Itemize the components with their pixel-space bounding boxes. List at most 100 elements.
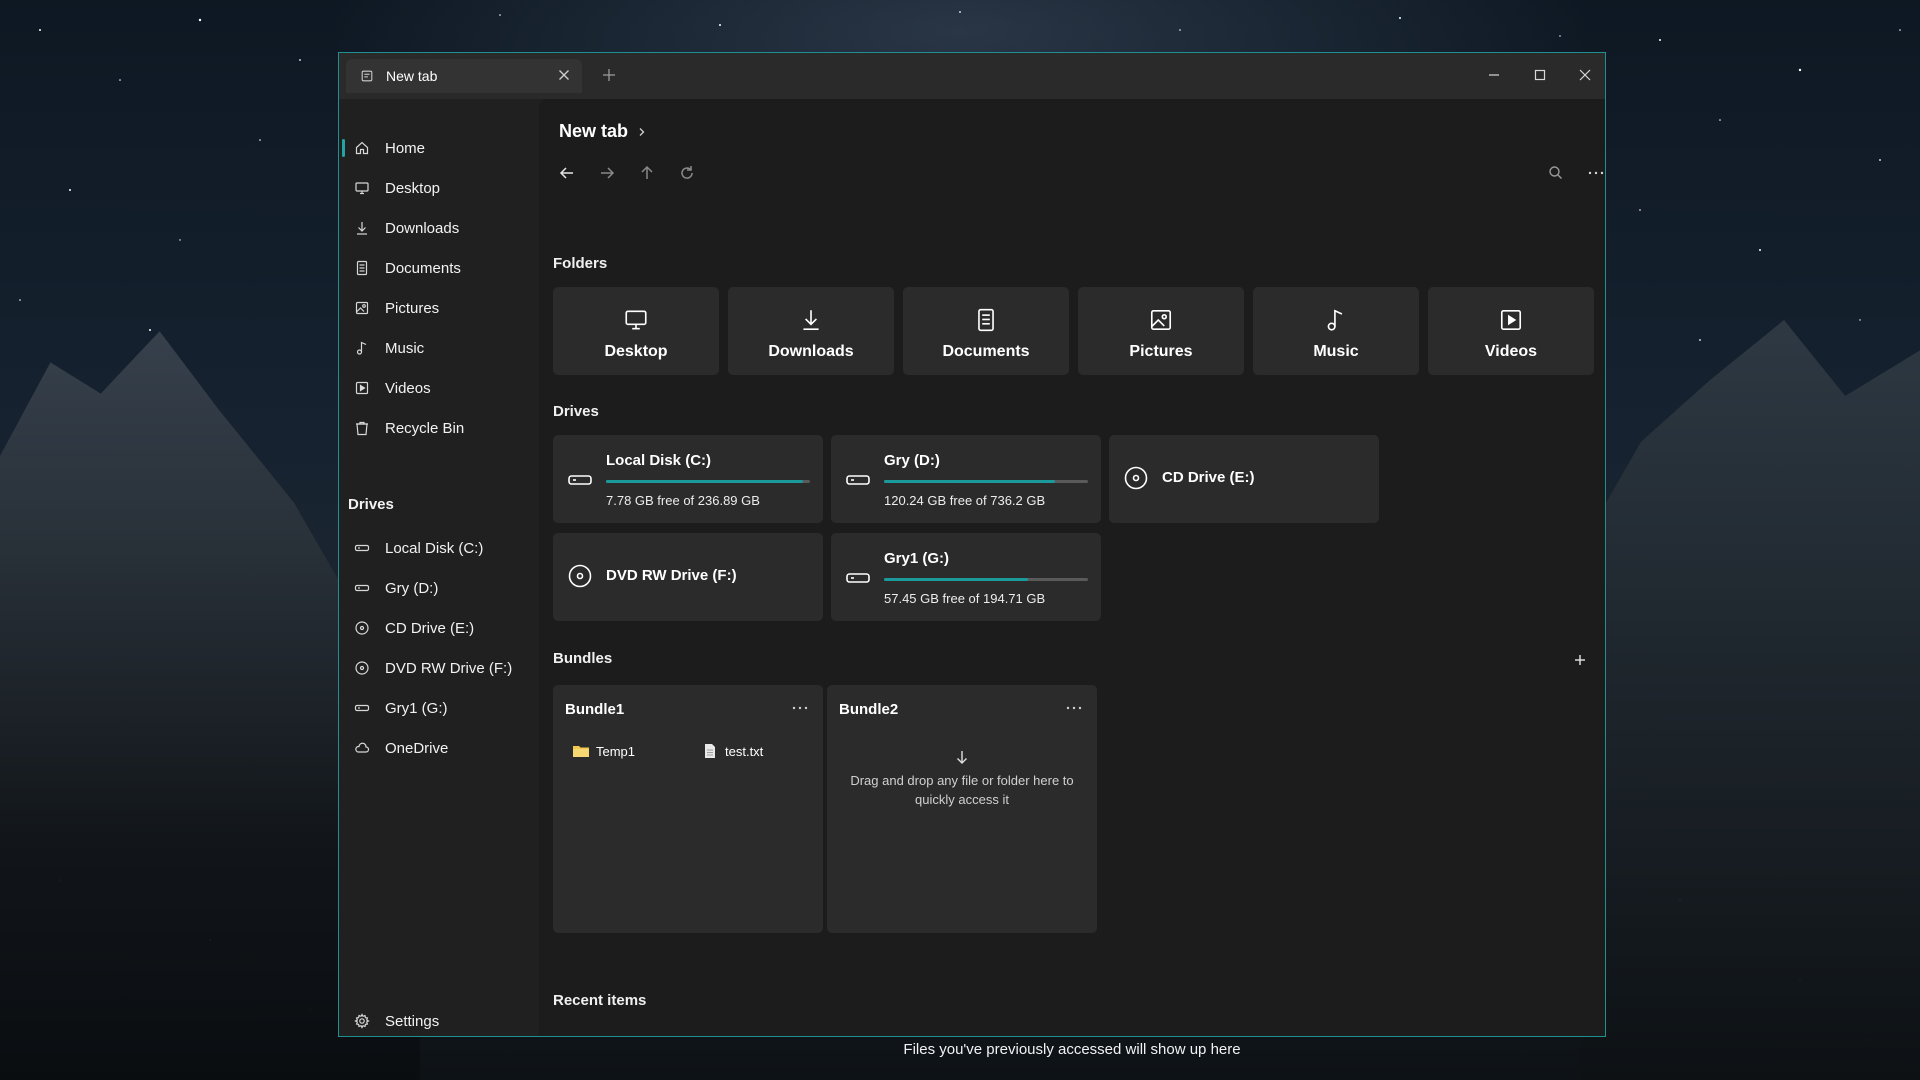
music-icon [356, 341, 367, 355]
drives-section-title: Drives [553, 403, 599, 420]
folder-card-label: Downloads [768, 343, 854, 360]
folder-card-videos[interactable]: Videos [1428, 287, 1594, 375]
folder-card-downloads[interactable]: Downloads [728, 287, 894, 375]
drive-usage-bar [884, 480, 1088, 483]
close-tab-icon[interactable] [556, 67, 572, 83]
sidebar-item-label: Recycle Bin [385, 419, 465, 437]
bundle-item-temp1[interactable]: Temp1 [572, 743, 635, 759]
folder-card-pictures[interactable]: Pictures [1078, 287, 1244, 375]
picture-icon [1150, 309, 1172, 331]
folder-card-label: Documents [942, 343, 1030, 360]
sidebar-item-downloads[interactable]: Downloads [346, 210, 536, 246]
add-bundle-icon[interactable] [1572, 652, 1588, 668]
bundle-item-test-txt[interactable]: test.txt [701, 743, 763, 759]
close-window-icon[interactable] [1575, 65, 1595, 85]
bundle-more-icon[interactable] [791, 703, 809, 713]
sidebar-item-label: Videos [385, 379, 431, 397]
back-arrow-icon[interactable] [557, 163, 577, 183]
sidebar-item-desktop[interactable]: Desktop [346, 170, 536, 206]
sidebar-item-recycle-bin[interactable]: Recycle Bin [346, 410, 536, 446]
sidebar-item-label: Gry (D:) [385, 579, 439, 597]
mountain-right [1580, 320, 1920, 1080]
folder-card-label: Pictures [1129, 343, 1193, 360]
drive-icon [846, 475, 870, 485]
add-tab-icon[interactable] [601, 67, 617, 83]
drive-card-f[interactable]: DVD RW Drive (F:) [553, 533, 823, 621]
download-icon [357, 222, 367, 235]
file-icon [705, 744, 715, 758]
drive-usage-bar [606, 480, 810, 483]
bundle-more-icon[interactable] [1065, 703, 1083, 713]
desktop-icon [625, 310, 647, 330]
breadcrumb[interactable]: New tab [559, 121, 648, 142]
sidebar-item-label: Music [385, 339, 425, 357]
sidebar-item-home[interactable]: Home [342, 130, 536, 166]
disc-icon [568, 564, 592, 588]
sidebar-drives-header: Drives [348, 496, 394, 513]
forward-arrow-icon[interactable] [597, 163, 617, 183]
folders-section-title: Folders [553, 255, 608, 272]
bundle-item-label: test.txt [725, 743, 764, 759]
drive-name: Local Disk (C:) [606, 452, 712, 469]
sidebar-item-music[interactable]: Music [346, 330, 536, 366]
folder-card-music[interactable]: Music [1253, 287, 1419, 375]
bundle-card-bundle2[interactable]: Bundle2 Drag and drop any file or folder… [827, 685, 1097, 933]
sidebar-item-videos[interactable]: Videos [346, 370, 536, 406]
sidebar-item-onedrive[interactable]: OneDrive [346, 730, 536, 766]
drive-free-space: 57.45 GB free of 194.71 GB [884, 591, 1046, 606]
sidebar-item-drive-e[interactable]: CD Drive (E:) [346, 610, 536, 646]
disc-icon [1124, 466, 1148, 490]
breadcrumb-item[interactable]: New tab [559, 121, 628, 142]
drive-name: DVD RW Drive (F:) [606, 567, 737, 584]
refresh-icon[interactable] [677, 163, 697, 183]
up-arrow-icon[interactable] [637, 163, 657, 183]
sidebar-item-label: Desktop [385, 179, 441, 197]
sidebar-item-pictures[interactable]: Pictures [346, 290, 536, 326]
sidebar-item-label: Gry1 (G:) [385, 699, 448, 717]
bundle-drop-zone[interactable]: Drag and drop any file or folder here to… [837, 749, 1087, 809]
drive-free-space: 120.24 GB free of 736.2 GB [884, 493, 1046, 508]
drive-card-g[interactable]: Gry1 (G:) 57.45 GB free of 194.71 GB [831, 533, 1101, 621]
drive-usage-fill [884, 480, 1055, 483]
search-icon[interactable] [1546, 163, 1566, 183]
sidebar: Home Desktop Downloads Documents Picture… [339, 99, 539, 1036]
bundles-section-title: Bundles [553, 650, 613, 667]
minimize-icon[interactable] [1484, 65, 1504, 85]
disc-icon [355, 621, 369, 635]
home-icon [355, 141, 369, 155]
drive-icon [846, 573, 870, 583]
drive-card-e[interactable]: CD Drive (E:) [1109, 435, 1379, 523]
drive-card-c[interactable]: Local Disk (C:) 7.78 GB free of 236.89 G… [553, 435, 823, 523]
drive-icon [354, 704, 370, 712]
sidebar-item-label: OneDrive [385, 739, 449, 757]
sidebar-item-label: CD Drive (E:) [385, 619, 475, 637]
more-options-icon[interactable] [1586, 163, 1606, 183]
sidebar-item-drive-d[interactable]: Gry (D:) [346, 570, 536, 606]
cloud-icon [355, 742, 370, 753]
drive-card-d[interactable]: Gry (D:) 120.24 GB free of 736.2 GB [831, 435, 1101, 523]
drive-name: Gry1 (G:) [884, 550, 950, 567]
sidebar-item-label: Settings [385, 1012, 440, 1030]
maximize-icon[interactable] [1530, 65, 1550, 85]
tab-label: New tab [386, 68, 438, 84]
sidebar-item-settings[interactable]: Settings [346, 1003, 536, 1039]
tab-new-tab[interactable]: New tab [346, 59, 582, 93]
sidebar-item-label: Local Disk (C:) [385, 539, 484, 557]
main-content: New tab Folders Desktop Downloads Docume… [539, 99, 1606, 1058]
folder-card-desktop[interactable]: Desktop [553, 287, 719, 375]
drive-icon [568, 475, 592, 485]
sidebar-item-label: Downloads [385, 219, 460, 237]
sidebar-item-label: Home [385, 139, 426, 157]
sidebar-item-documents[interactable]: Documents [346, 250, 536, 286]
music-icon [1327, 309, 1343, 331]
sidebar-item-label: Pictures [385, 299, 440, 317]
drive-icon [354, 544, 370, 552]
sidebar-item-drive-f[interactable]: DVD RW Drive (F:) [346, 650, 536, 686]
folder-card-label: Music [1313, 343, 1359, 360]
files-window: New tab Home Desktop Downloads Documents… [338, 52, 1606, 1058]
bundle-card-bundle1[interactable]: Bundle1 Temp1 test.txt [553, 685, 823, 933]
folder-card-documents[interactable]: Documents [903, 287, 1069, 375]
sidebar-item-drive-c[interactable]: Local Disk (C:) [346, 530, 536, 566]
sidebar-item-drive-g[interactable]: Gry1 (G:) [346, 690, 536, 726]
drive-usage-bar [884, 578, 1088, 581]
